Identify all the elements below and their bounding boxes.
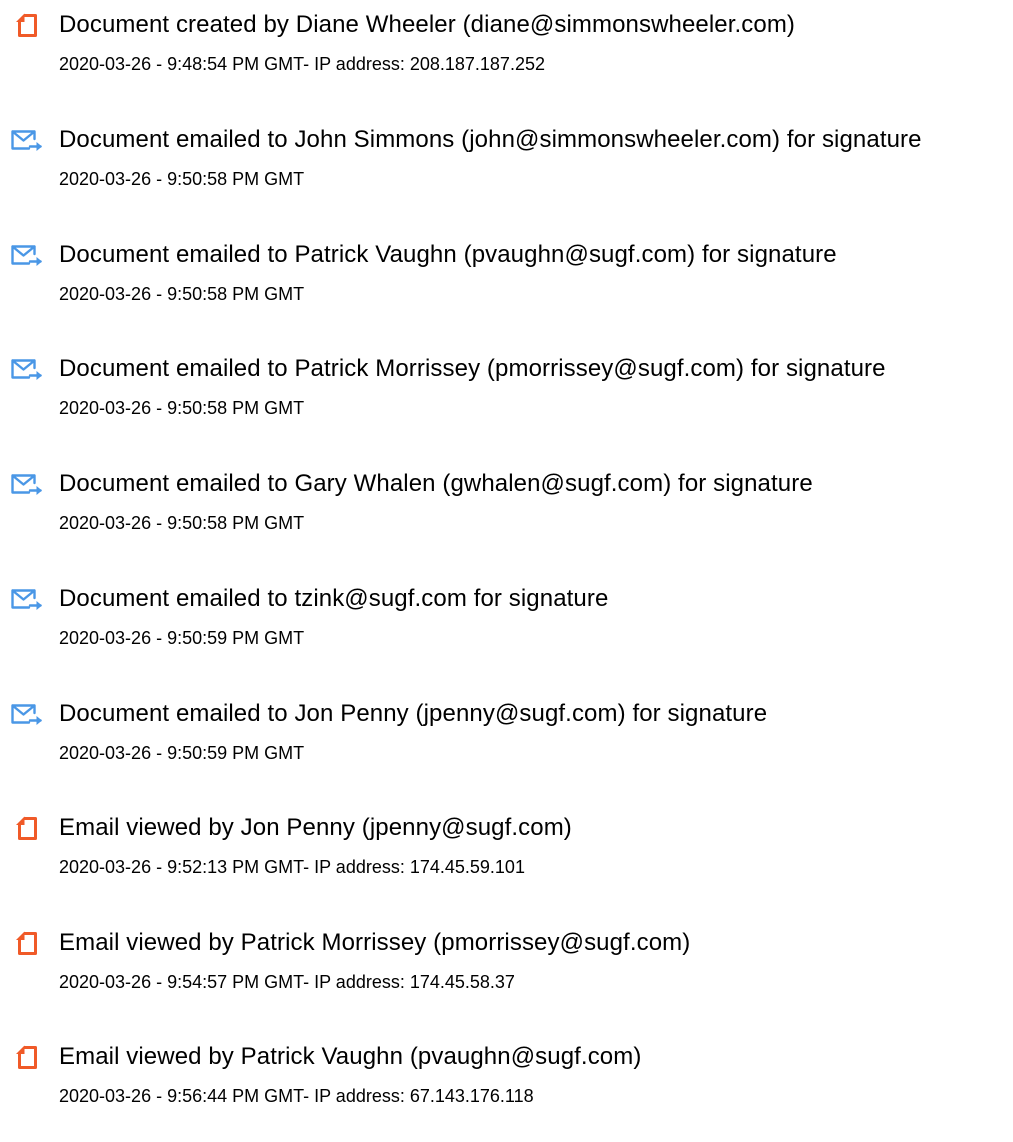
audit-event: Document emailed to Patrick Morrissey (p… (0, 354, 1013, 454)
event-title: Document emailed to Jon Penny (jpenny@su… (59, 700, 768, 727)
email-sent-icon (11, 589, 42, 610)
event-title: Email viewed by Patrick Vaughn (pvaughn@… (59, 1043, 642, 1070)
email-sent-icon (11, 245, 42, 266)
event-timestamp: 2020-03-26 - 9:50:59 PM GMT (59, 628, 305, 648)
event-timestamp: 2020-03-26 - 9:50:58 PM GMT (59, 513, 305, 533)
event-title: Email viewed by Jon Penny (jpenny@sugf.c… (59, 814, 572, 841)
email-sent-icon (11, 474, 42, 495)
audit-event: Document created by Diane Wheeler (diane… (0, 10, 1013, 110)
document-icon (16, 1045, 37, 1069)
event-timestamp: 2020-03-26 - 9:50:58 PM GMT (59, 169, 305, 189)
audit-event: Document emailed to Jon Penny (jpenny@su… (0, 699, 1013, 799)
audit-event: Document emailed to tzink@sugf.com for s… (0, 584, 1013, 684)
audit-event: Document emailed to Patrick Vaughn (pvau… (0, 240, 1013, 340)
event-title: Document emailed to Patrick Morrissey (p… (59, 355, 886, 382)
event-title: Document created by Diane Wheeler (diane… (59, 11, 796, 38)
document-icon (16, 816, 37, 840)
event-title: Document emailed to John Simmons (john@s… (59, 126, 922, 153)
audit-event: Email viewed by Patrick Vaughn (pvaughn@… (0, 1042, 1013, 1142)
event-timestamp: 2020-03-26 - 9:56:44 PM GMT- IP address:… (59, 1086, 534, 1106)
event-timestamp: 2020-03-26 - 9:50:58 PM GMT (59, 398, 305, 418)
email-sent-icon (11, 704, 42, 725)
event-title: Document emailed to Gary Whalen (gwhalen… (59, 470, 813, 497)
event-timestamp: 2020-03-26 - 9:52:13 PM GMT- IP address:… (59, 857, 525, 877)
audit-event: Document emailed to John Simmons (john@s… (0, 125, 1013, 225)
event-timestamp: 2020-03-26 - 9:54:57 PM GMT- IP address:… (59, 972, 515, 992)
event-timestamp: 2020-03-26 - 9:48:54 PM GMT- IP address:… (59, 54, 545, 74)
event-timestamp: 2020-03-26 - 9:50:59 PM GMT (59, 743, 305, 763)
audit-event: Document emailed to Gary Whalen (gwhalen… (0, 469, 1013, 569)
email-sent-icon (11, 359, 42, 380)
event-title: Document emailed to tzink@sugf.com for s… (59, 585, 609, 612)
audit-event: Email viewed by Jon Penny (jpenny@sugf.c… (0, 813, 1013, 913)
document-icon (16, 13, 37, 37)
event-title: Document emailed to Patrick Vaughn (pvau… (59, 241, 837, 268)
email-sent-icon (11, 130, 42, 151)
audit-event: Email viewed by Patrick Morrissey (pmorr… (0, 928, 1013, 1028)
event-timestamp: 2020-03-26 - 9:50:58 PM GMT (59, 284, 305, 304)
event-title: Email viewed by Patrick Morrissey (pmorr… (59, 929, 691, 956)
document-icon (16, 931, 37, 955)
